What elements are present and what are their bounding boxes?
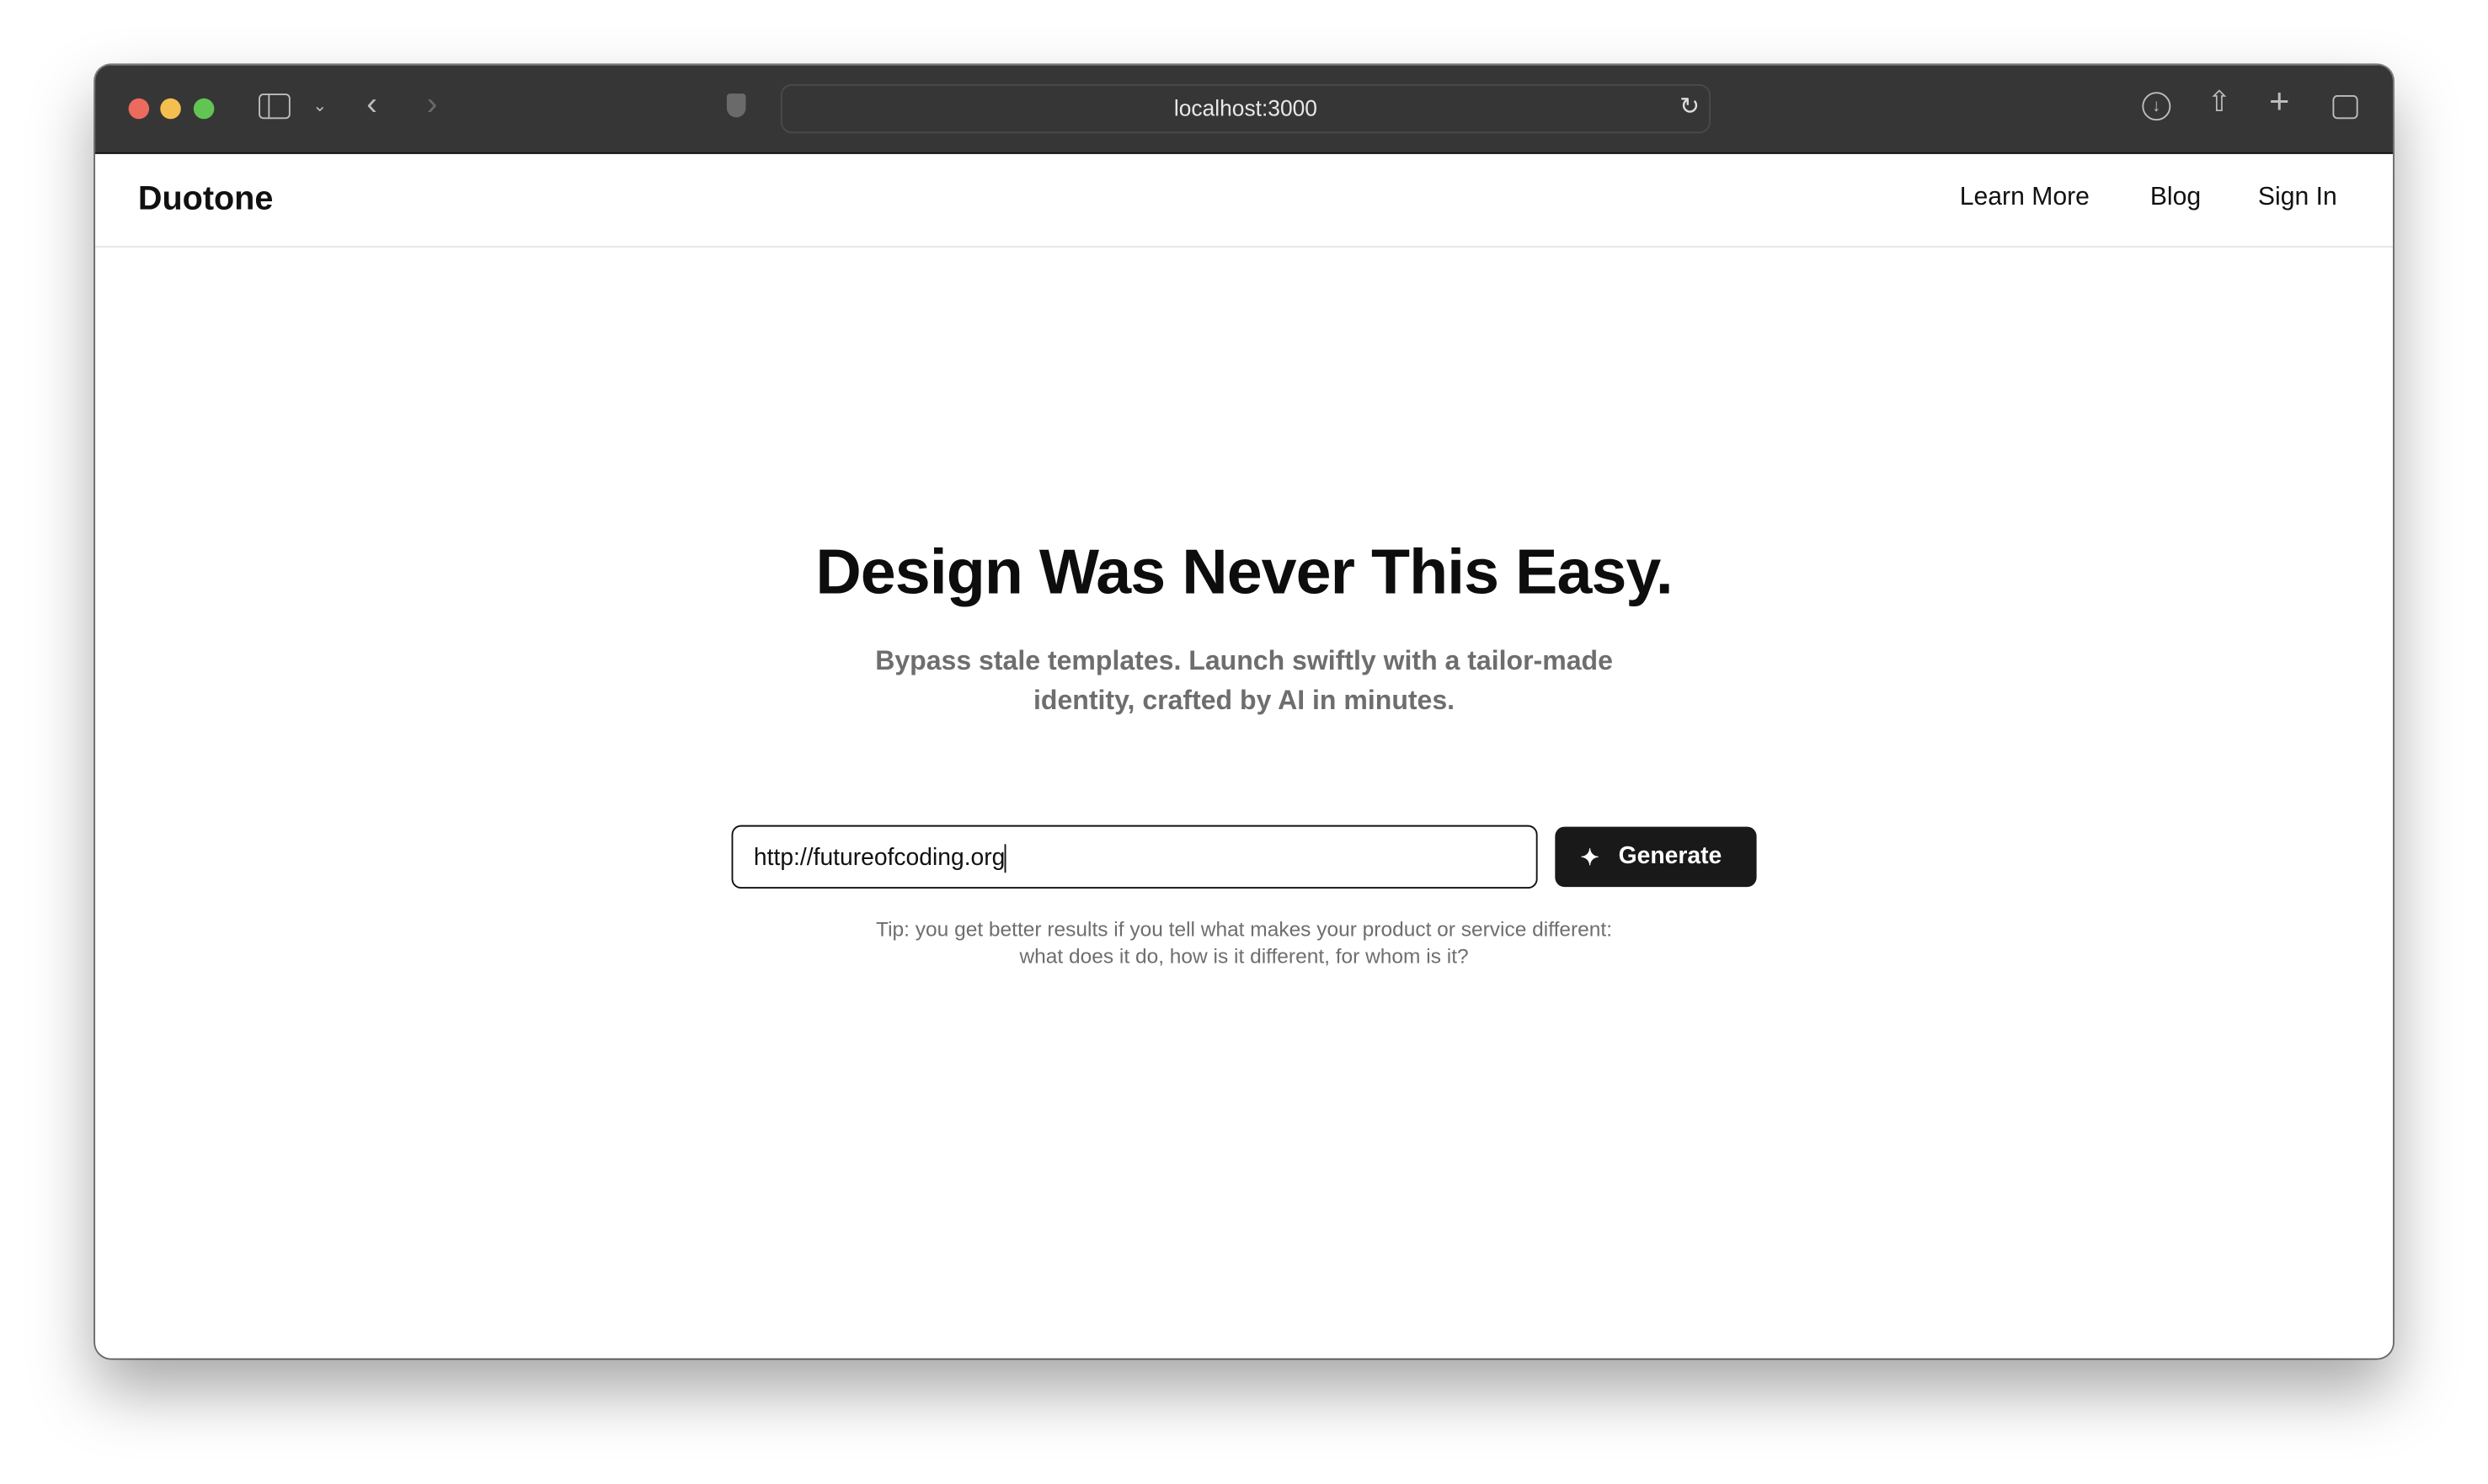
shield-icon	[726, 93, 746, 118]
page-subtitle: Bypass stale templates. Launch swiftly w…	[847, 641, 1641, 720]
url-text: localhost:3000	[1173, 95, 1317, 121]
reload-icon[interactable]: ↻	[1679, 94, 1700, 120]
generate-label: Generate	[1618, 842, 1722, 870]
nav-sign-in[interactable]: Sign In	[2258, 184, 2337, 213]
sparkles-icon: ✦	[1580, 844, 1599, 870]
forward-icon[interactable]: ›	[427, 89, 438, 121]
new-tab-icon[interactable]: +	[2269, 83, 2289, 118]
generate-button[interactable]: ✦ Generate	[1555, 826, 1757, 888]
chevron-down-icon[interactable]: ⌄	[312, 93, 327, 119]
nav-blog[interactable]: Blog	[2150, 184, 2201, 213]
browser-toolbar: ⌄ ‹ › localhost:3000 ↻ ↓ ⇧ +	[95, 65, 2394, 154]
download-icon[interactable]: ↓	[2142, 92, 2171, 121]
share-icon[interactable]: ⇧	[2208, 88, 2231, 116]
text-caret	[1005, 844, 1007, 873]
website-url-input[interactable]: http://futureofcoding.org	[731, 825, 1538, 889]
address-bar[interactable]: localhost:3000 ↻	[780, 83, 1711, 134]
sidebar-icon[interactable]	[259, 93, 291, 120]
site-header: Duotone Learn More Blog Sign In	[95, 154, 2394, 248]
browser-window: ⌄ ‹ › localhost:3000 ↻ ↓ ⇧ + Duotone Lea…	[95, 65, 2394, 1359]
back-icon[interactable]: ‹	[366, 89, 377, 121]
tabs-overview-icon[interactable]	[2332, 95, 2358, 120]
logo[interactable]: Duotone	[138, 181, 273, 219]
minimize-window-button[interactable]	[160, 98, 181, 120]
subtitle-line-1: Bypass stale templates. Launch swiftly w…	[875, 645, 1613, 676]
tip-line-1: Tip: you get better results if you tell …	[876, 916, 1613, 942]
nav-learn-more[interactable]: Learn More	[1960, 184, 2090, 213]
page-title: Design Was Never This Easy.	[815, 537, 1673, 608]
subtitle-line-2: identity, crafted by AI in minutes.	[1033, 685, 1455, 716]
close-window-button[interactable]	[128, 98, 150, 120]
maximize-window-button[interactable]	[193, 98, 215, 120]
input-value: http://futureofcoding.org	[753, 844, 1006, 872]
tip-text: Tip: you get better results if you tell …	[95, 915, 2393, 969]
tip-line-2: what does it do, how is it different, fo…	[1019, 943, 1469, 969]
